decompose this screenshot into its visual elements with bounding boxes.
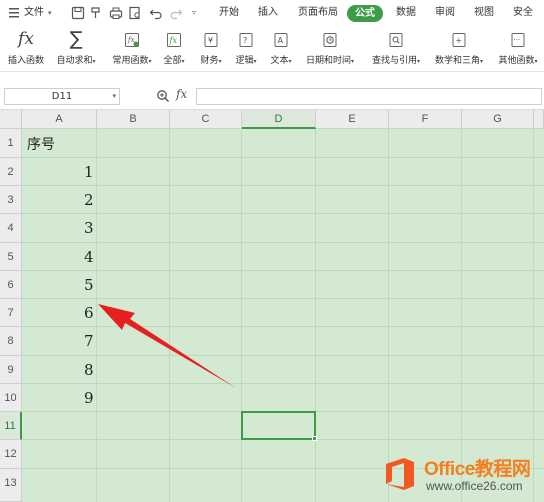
- formula-ribbon: fx 插入函数 ∑ 自动求和▾ fx 常用函数▾ fx 全部▾ ¥ 财务▾ ? …: [0, 26, 544, 72]
- svg-text:···: ···: [514, 36, 521, 44]
- all-functions-chevron-icon: ▾: [181, 58, 185, 65]
- name-box-chevron-icon[interactable]: ▾: [112, 89, 116, 104]
- tab-home[interactable]: 开始: [219, 0, 239, 26]
- svg-text:A: A: [278, 36, 284, 45]
- math-book-icon: +: [450, 31, 468, 53]
- formula-bar: D11 ▾ fx: [0, 80, 544, 110]
- tab-review[interactable]: 审阅: [435, 0, 455, 26]
- fx-insert-icon[interactable]: fx: [176, 87, 187, 101]
- common-functions-chevron-icon: ▾: [148, 58, 152, 65]
- spreadsheet-grid[interactable]: A B C D E F G 1 2 3 4 5 6 7 8 9 10 11 12…: [0, 110, 544, 502]
- finance-book-icon: ¥: [202, 31, 220, 53]
- save-icon[interactable]: [70, 5, 86, 21]
- financial-chevron-icon: ▾: [218, 58, 222, 65]
- common-functions-button[interactable]: fx 常用函数▾: [106, 28, 158, 70]
- fx-box-icon: fx: [165, 31, 183, 53]
- tab-security[interactable]: 安全: [513, 0, 533, 26]
- file-menu[interactable]: 文件: [24, 0, 44, 26]
- tab-insert[interactable]: 插入: [258, 0, 278, 26]
- hamburger-menu-icon[interactable]: [8, 0, 20, 26]
- print-preview-icon[interactable]: [127, 5, 143, 21]
- all-functions-button[interactable]: fx 全部▾: [160, 28, 188, 70]
- print-icon[interactable]: [108, 5, 124, 21]
- undo-icon[interactable]: [148, 5, 164, 21]
- logic-book-icon: ?: [237, 31, 255, 53]
- more-functions-chevron-icon: ▾: [534, 58, 538, 65]
- quick-access-chevron-icon[interactable]: ▿: [192, 0, 196, 26]
- text-book-icon: A: [272, 31, 290, 53]
- svg-text:+: +: [456, 36, 463, 45]
- zoom-search-icon[interactable]: [155, 88, 171, 108]
- autosum-button[interactable]: ∑ 自动求和▾: [52, 28, 100, 70]
- watermark-url: www.office26.com: [426, 479, 523, 493]
- insert-function-label: 插入函数: [7, 56, 44, 66]
- math-trig-button[interactable]: + 数学和三角▾: [430, 28, 488, 70]
- lookup-reference-button[interactable]: 查找与引用▾: [365, 28, 427, 70]
- more-functions-button[interactable]: ··· 其他函数▾: [492, 28, 544, 70]
- svg-text:?: ?: [243, 36, 247, 45]
- office-logo-icon: [386, 458, 414, 490]
- lookup-reference-label: 查找与引用: [371, 56, 417, 66]
- date-time-chevron-icon: ▾: [351, 58, 355, 65]
- financial-functions-label: 财务: [200, 56, 219, 66]
- svg-text:¥: ¥: [208, 36, 213, 45]
- file-menu-chevron-icon[interactable]: ▾: [48, 0, 52, 26]
- math-chevron-icon: ▾: [480, 58, 484, 65]
- insert-function-button[interactable]: fx 插入函数: [4, 28, 48, 70]
- date-time-functions-button[interactable]: 日期和时间▾: [302, 28, 358, 70]
- annotation-arrow-icon: [98, 304, 236, 388]
- watermark: Office教程网 www.office26.com: [380, 452, 544, 502]
- tab-data[interactable]: 数据: [396, 0, 416, 26]
- redo-icon[interactable]: [168, 5, 184, 21]
- logical-functions-label: 逻辑: [235, 56, 254, 66]
- fx-icon: fx: [18, 29, 34, 49]
- formula-input[interactable]: [196, 88, 542, 105]
- common-functions-label: 常用函数: [112, 56, 149, 66]
- logical-functions-button[interactable]: ? 逻辑▾: [231, 28, 261, 70]
- more-functions-label: 其他函数: [498, 56, 535, 66]
- financial-functions-button[interactable]: ¥ 财务▾: [196, 28, 226, 70]
- lookup-chevron-icon: ▾: [417, 58, 421, 65]
- date-time-label: 日期和时间: [305, 56, 351, 66]
- tab-page-layout[interactable]: 页面布局: [298, 0, 338, 26]
- more-book-icon: ···: [509, 31, 527, 53]
- fx-star-icon: fx: [123, 31, 141, 53]
- clock-book-icon: [321, 31, 339, 53]
- text-chevron-icon: ▾: [288, 58, 292, 65]
- svg-text:fx: fx: [127, 36, 135, 44]
- all-functions-label: 全部: [163, 56, 182, 66]
- search-book-icon: [387, 31, 405, 53]
- svg-text:fx: fx: [169, 36, 178, 45]
- name-box[interactable]: D11 ▾: [4, 88, 120, 105]
- sigma-icon: ∑: [69, 28, 83, 50]
- tab-view[interactable]: 视图: [474, 0, 494, 26]
- format-painter-icon[interactable]: [88, 5, 104, 21]
- text-functions-button[interactable]: A 文本▾: [266, 28, 296, 70]
- autosum-chevron-icon: ▾: [92, 58, 96, 65]
- menu-bar: 文件 ▾ ▿ 开始 插入 页面布局 公式 数据 审阅 视图 安全: [0, 0, 544, 26]
- tab-formulas[interactable]: 公式: [347, 5, 383, 22]
- name-box-value: D11: [51, 91, 73, 102]
- watermark-title: Office教程网: [424, 459, 531, 480]
- math-trig-label: 数学和三角: [434, 56, 480, 66]
- autosum-label: 自动求和: [56, 56, 93, 66]
- text-functions-label: 文本: [270, 56, 289, 66]
- logical-chevron-icon: ▾: [253, 58, 257, 65]
